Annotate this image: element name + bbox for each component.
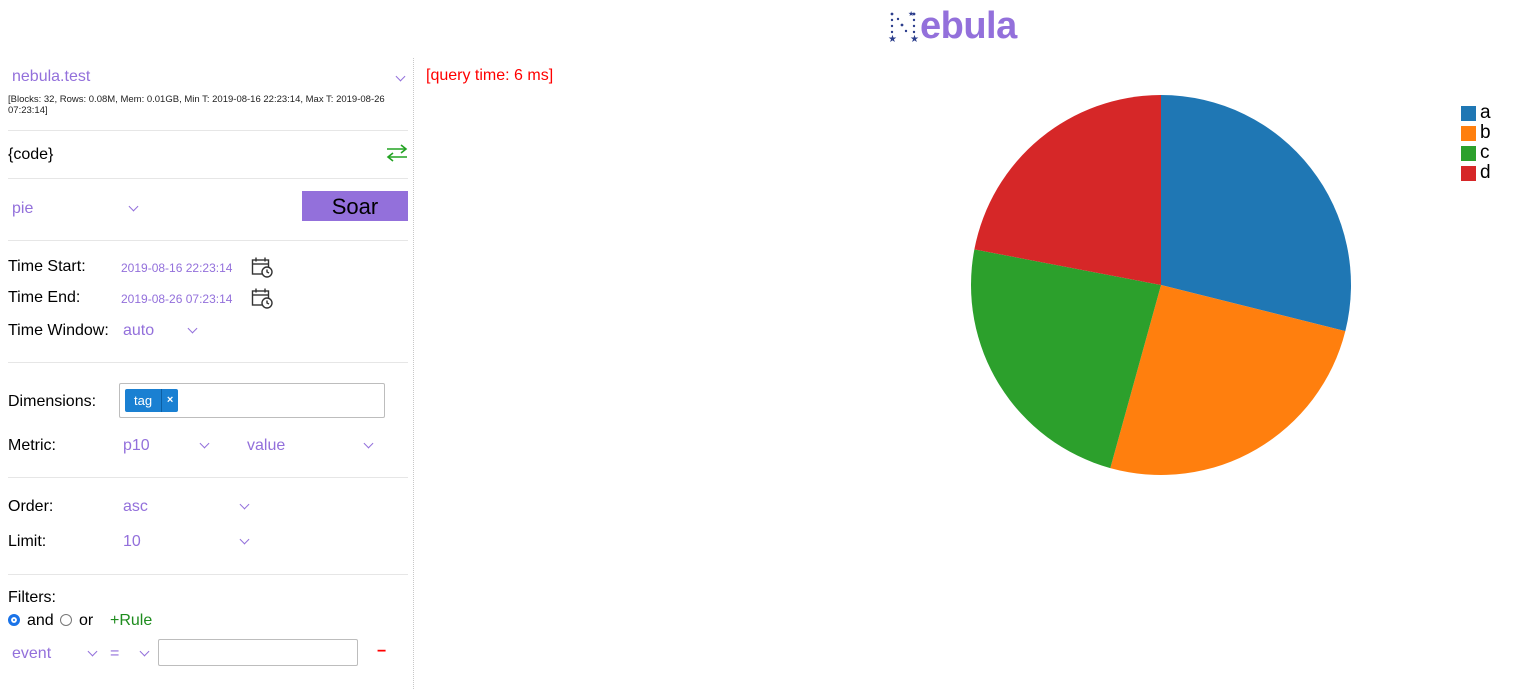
table-select[interactable]: nebula.test [12,68,90,86]
or-label: or [79,612,94,629]
time-section: Time Start: 2019-08-16 22:23:14 Time End… [8,240,408,363]
table-section: nebula.test [Blocks: 32, Rows: 0.08M, Me… [8,58,408,131]
time-end-value[interactable]: 2019-08-26 07:23:14 [121,292,232,306]
dimension-tag: tag × [125,389,179,412]
chart-type-select[interactable]: pie [12,200,33,218]
dimensions-metric-section: Dimensions: Metric: p10 value [8,362,408,478]
filter-column-select[interactable]: event [12,645,51,663]
nebula-logo: ★ ★ ★ ebula [888,6,1017,46]
legend-item-d: d [1461,162,1491,183]
query-time: [query time: 6 ms] [426,67,554,84]
limit-label: Limit: [8,533,47,550]
or-radio[interactable] [60,614,72,626]
chevron-down-icon [139,646,150,657]
legend-item-a: a [1461,102,1491,123]
add-rule-button[interactable]: +Rule [110,612,152,630]
remove-tag-icon[interactable]: × [161,389,178,412]
filters-label: Filters: [8,589,56,606]
legend-swatch [1461,165,1476,181]
logo-text: ebula [920,5,1017,47]
legend-item-c: c [1461,142,1491,163]
chevron-down-icon [363,438,374,449]
order-limit-section: Order: asc Limit: 10 [8,477,408,575]
dimensions-label: Dimensions: [8,393,97,410]
metric-label: Metric: [8,437,56,454]
chevron-down-icon [187,323,198,334]
calendar-clock-icon[interactable] [251,287,273,309]
logo-star-n-icon: ★ ★ ★ [888,10,919,44]
filter-operator-select[interactable]: = [110,645,119,663]
and-label: and [27,612,54,629]
dimensions-input[interactable]: tag × [119,383,385,418]
svg-text:★: ★ [910,34,919,44]
legend-label: b [1480,122,1491,143]
calendar-clock-icon[interactable] [251,256,273,278]
svg-text:★: ★ [908,10,914,18]
pie-chart [971,95,1351,475]
code-section: {code} [8,130,408,179]
time-window-select[interactable]: auto [123,322,154,340]
table-stats: [Blocks: 32, Rows: 0.08M, Mem: 0.01GB, M… [8,94,385,116]
sidebar: nebula.test [Blocks: 32, Rows: 0.08M, Me… [0,58,414,689]
legend-swatch [1461,105,1476,121]
legend-swatch [1461,145,1476,161]
legend-label: c [1480,142,1490,163]
remove-rule-button[interactable]: − [377,643,386,661]
chevron-down-icon [239,534,250,545]
chevron-down-icon [87,646,98,657]
chart-legend: abcd [1461,102,1491,183]
limit-select[interactable]: 10 [123,533,141,551]
code-label[interactable]: {code} [8,146,53,164]
chevron-down-icon [128,201,139,212]
metric-field-select[interactable]: value [247,437,285,455]
time-start-label: Time Start: [8,258,86,275]
chevron-down-icon [395,71,406,82]
and-radio[interactable] [8,614,20,626]
soar-button[interactable]: Soar [302,191,408,221]
metric-function-select[interactable]: p10 [123,437,150,455]
svg-text:★: ★ [888,34,897,44]
main-panel: [query time: 6 ms] abcd [415,58,1514,689]
legend-label: a [1480,102,1491,123]
chevron-down-icon [239,499,250,510]
legend-label: d [1480,162,1491,183]
dimension-tag-label: tag [134,393,153,408]
order-label: Order: [8,498,54,515]
time-end-label: Time End: [8,289,81,306]
filter-value-input[interactable] [158,639,358,666]
legend-item-b: b [1461,122,1491,143]
order-select[interactable]: asc [123,498,148,516]
swap-arrows-icon[interactable] [386,144,408,162]
legend-swatch [1461,125,1476,141]
chevron-down-icon [199,438,210,449]
time-start-value[interactable]: 2019-08-16 22:23:14 [121,261,232,275]
time-window-label: Time Window: [8,322,109,339]
